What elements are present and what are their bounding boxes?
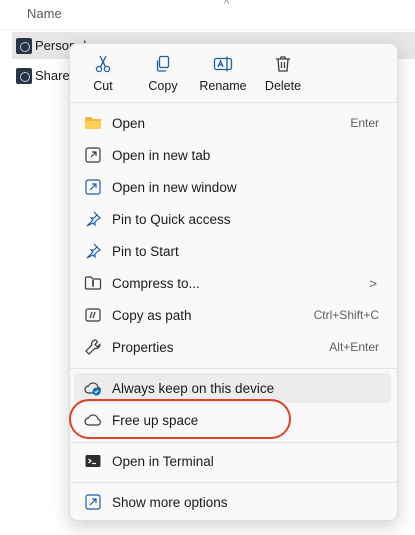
- column-name-header[interactable]: Name: [27, 6, 62, 21]
- rename-icon: [213, 56, 233, 72]
- shortcut-text: Alt+Enter: [329, 340, 379, 354]
- new-tab-icon: [83, 145, 103, 165]
- trash-icon: [276, 56, 290, 72]
- menu-item-always-keep[interactable]: Always keep on this device: [74, 373, 391, 403]
- menu-item-open-new-window[interactable]: Open in new window: [74, 172, 391, 202]
- menu-item-open-terminal[interactable]: Open in Terminal: [74, 446, 391, 476]
- menu-item-label: Properties: [112, 339, 174, 355]
- menu-item-label: Open in new tab: [112, 147, 211, 163]
- copy-icon: [156, 55, 170, 72]
- context-menu: Cut Copy Rename Delete Open Enter Open i…: [69, 43, 398, 521]
- chevron-right-icon: >: [369, 275, 377, 291]
- quick-actions-bar: Cut Copy Rename Delete: [70, 44, 397, 101]
- pin-icon: [83, 241, 103, 261]
- rename-button[interactable]: Rename: [195, 50, 251, 98]
- menu-item-label: Open in new window: [112, 179, 237, 195]
- menu-item-label: Show more options: [112, 494, 228, 510]
- menu-item-label: Pin to Quick access: [112, 211, 231, 227]
- scissors-icon: [95, 55, 111, 73]
- delete-button[interactable]: Delete: [255, 50, 311, 98]
- menu-item-label: Open: [112, 115, 146, 131]
- terminal-icon: [83, 451, 103, 471]
- new-window-icon: [83, 177, 103, 197]
- cloud-sync-icon: [83, 378, 103, 398]
- menu-divider: [70, 482, 397, 483]
- menu-item-pin-start[interactable]: Pin to Start: [74, 236, 391, 266]
- menu-item-label: Free up space: [112, 412, 199, 428]
- cut-button[interactable]: Cut: [75, 50, 131, 98]
- cut-label: Cut: [93, 79, 113, 93]
- onedrive-folder-icon: [16, 67, 32, 84]
- copy-path-icon: [83, 305, 103, 325]
- folder-icon: [83, 113, 103, 133]
- menu-item-label: Pin to Start: [112, 243, 179, 259]
- delete-label: Delete: [264, 79, 302, 93]
- onedrive-folder-icon: [16, 37, 32, 54]
- shortcut-text: Enter: [350, 116, 379, 130]
- zip-folder-icon: [83, 273, 103, 293]
- wrench-icon: [83, 337, 103, 357]
- menu-item-open[interactable]: Open Enter: [74, 108, 391, 138]
- menu-item-copy-as-path[interactable]: Copy as path Ctrl+Shift+C: [74, 300, 391, 330]
- rename-label: Rename: [199, 79, 247, 93]
- menu-divider: [70, 102, 397, 103]
- sort-caret-icon[interactable]: ^: [224, 0, 229, 10]
- menu-item-label: Copy as path: [112, 307, 192, 323]
- menu-divider: [70, 368, 397, 369]
- menu-item-compress[interactable]: Compress to... >: [74, 268, 391, 298]
- menu-item-properties[interactable]: Properties Alt+Enter: [74, 332, 391, 362]
- menu-item-show-more-options[interactable]: Show more options: [74, 487, 391, 517]
- menu-item-pin-quick-access[interactable]: Pin to Quick access: [74, 204, 391, 234]
- shortcut-text: Ctrl+Shift+C: [313, 308, 379, 322]
- menu-item-label: Compress to...: [112, 275, 200, 291]
- copy-button[interactable]: Copy: [135, 50, 191, 98]
- menu-item-free-up-space[interactable]: Free up space: [74, 405, 391, 435]
- column-header: Name ^: [0, 0, 415, 30]
- cloud-icon: [83, 410, 103, 430]
- menu-divider: [70, 442, 397, 443]
- menu-item-open-new-tab[interactable]: Open in new tab: [74, 140, 391, 170]
- pin-icon: [83, 209, 103, 229]
- menu-item-label: Open in Terminal: [112, 453, 214, 469]
- copy-label: Copy: [148, 79, 178, 93]
- menu-item-label: Always keep on this device: [112, 380, 275, 396]
- more-options-icon: [83, 492, 103, 512]
